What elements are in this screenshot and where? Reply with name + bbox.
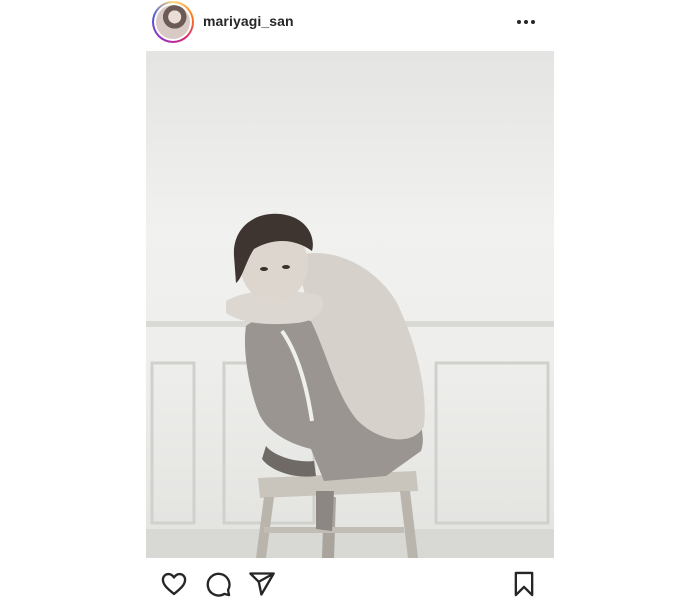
feet [262, 446, 316, 477]
share-icon[interactable] [248, 570, 276, 598]
wall-panel [150, 361, 196, 525]
photo-illustration [146, 213, 554, 558]
bookmark-icon[interactable] [510, 570, 538, 598]
avatar [156, 5, 190, 39]
shadow-leg [316, 491, 334, 531]
eye [282, 265, 290, 269]
instagram-post: mariyagi_san [146, 0, 554, 600]
stool-rung [264, 527, 404, 533]
heart-icon[interactable] [160, 570, 188, 598]
floor [146, 529, 554, 558]
post-header: mariyagi_san [146, 0, 554, 44]
avatar-border [154, 3, 192, 41]
wall-panel [434, 361, 550, 525]
post-photo[interactable] [146, 51, 554, 558]
more-options-icon[interactable] [514, 10, 538, 34]
post-actions [146, 570, 554, 600]
username[interactable]: mariyagi_san [203, 13, 294, 29]
story-ring[interactable] [152, 1, 194, 43]
eye [260, 267, 268, 271]
comment-icon[interactable] [204, 570, 232, 598]
